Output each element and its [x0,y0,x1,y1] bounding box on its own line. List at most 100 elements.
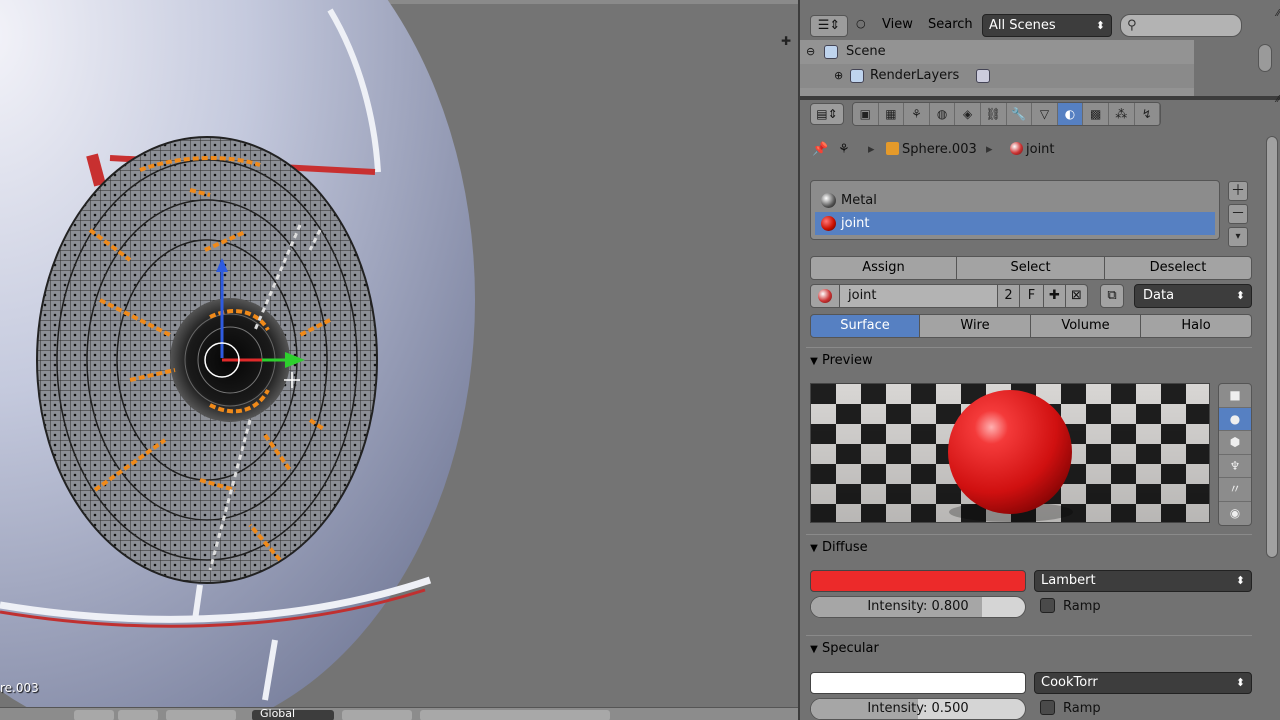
3d-viewport[interactable]: ✚ re.003 Global [0,0,798,720]
shading-button[interactable] [118,710,158,720]
material-icon[interactable]: ◐ [1057,103,1084,125]
menu-search[interactable]: Search [928,17,973,32]
area-corner-icon[interactable]: ⁄⁄ [1277,94,1280,105]
specular-ramp-checkbox[interactable]: Ramp [1040,699,1101,719]
fake-user-button[interactable]: F [1020,284,1044,308]
scene-icon [824,45,838,59]
material-slot-list[interactable]: Metal joint [810,180,1220,240]
render-toggle-icon[interactable] [976,69,990,83]
mode-button[interactable] [74,710,114,720]
diffuse-panel-header[interactable]: ▼ Diffuse [806,534,1252,560]
preview-sphere-button[interactable]: ● [1219,407,1251,431]
add-slot-button[interactable]: ＋ [1228,181,1248,201]
snap-buttons[interactable] [342,710,412,720]
world-icon[interactable]: ◍ [929,103,956,125]
diffuse-ramp-checkbox[interactable]: Ramp [1040,597,1101,617]
collapse-icon[interactable]: ⊖ [806,40,815,64]
properties-scrollbar[interactable] [1266,136,1278,558]
link-dropdown[interactable]: Data ⬍ [1134,284,1252,308]
diffuse-shader-dropdown[interactable]: Lambert ⬍ [1034,570,1252,592]
preview-hair-button[interactable]: 〃 [1219,478,1251,502]
data-icon[interactable]: ▽ [1032,103,1058,125]
pin-icon[interactable]: 📌 [812,138,828,162]
tree-item-scene[interactable]: ⊖ Scene [800,40,1194,64]
scene-link-icon: ⚘ [838,142,850,157]
pivot-buttons[interactable] [166,710,236,720]
constraints-icon[interactable]: ⛓ [980,103,1007,125]
material-icon [818,289,832,303]
viewport-scene[interactable] [0,0,798,720]
preview-type-buttons: ■ ● ⬢ ♆ 〃 ◉ [1218,383,1252,526]
specular-color-field[interactable] [810,672,1026,694]
breadcrumb-object: Sphere.003 [886,138,977,162]
render-layers-icon [850,69,864,83]
hair-icon: 〃 [1228,482,1241,496]
material-icon [1010,142,1023,155]
area-corner-icon[interactable]: ⁄⁄ [1277,8,1280,19]
particles-icon[interactable]: ⁂ [1108,103,1135,125]
node-toggle-button[interactable]: ⧉ [1100,284,1124,308]
outliner-icon: ☰ [817,18,830,33]
scene-filter-dropdown[interactable]: All Scenes ⬍ [982,14,1112,37]
texture-icon[interactable]: ▩ [1083,103,1109,125]
select-button[interactable]: Select [957,256,1105,280]
assign-button[interactable]: Assign [810,256,957,280]
browse-material-button[interactable] [810,284,840,308]
sphere-seam-red [86,153,106,187]
editor-type-button[interactable]: ▤⇕ [810,103,844,125]
modifiers-icon[interactable]: 🔧 [1006,103,1033,125]
slot-label: joint [841,216,870,231]
nodes-icon: ⧉ [1107,288,1117,303]
deselect-button[interactable]: Deselect [1105,256,1252,280]
outliner-tree[interactable]: ⊖ Scene ⊕ RenderLayers [800,40,1194,96]
layer-buttons[interactable] [420,710,610,720]
specular-shader-dropdown[interactable]: CookTorr ⬍ [1034,672,1252,694]
preview-sky-button[interactable]: ◉ [1219,502,1251,526]
properties-icon: ▤ [816,107,828,121]
preview-cube-button[interactable]: ⬢ [1219,431,1251,455]
orientation-label: Global [260,707,296,720]
diffuse-intensity-label: Intensity: 0.800 [867,599,969,614]
menu-view[interactable]: View [882,17,913,32]
new-material-button[interactable]: ✚ [1044,284,1066,308]
render-icon[interactable]: ▣ [853,103,879,125]
dropdown-arrow-icon: ⬍ [1095,19,1105,32]
outliner-scrollbar[interactable] [1258,44,1272,72]
breadcrumb-material-label: joint [1026,142,1055,157]
tab-volume[interactable]: Volume [1031,314,1141,338]
editor-type-button[interactable]: ☰⇕ [810,15,848,37]
preview-flat-button[interactable]: ■ [1219,384,1251,408]
viewport-split-icon[interactable]: ✚ [781,34,791,48]
object-icon[interactable]: ◈ [955,103,981,125]
specular-panel-header[interactable]: ▼ Specular [806,635,1252,661]
tab-halo[interactable]: Halo [1141,314,1252,338]
expand-icon[interactable]: ⊕ [834,64,843,88]
material-slot[interactable]: Metal [811,189,1219,212]
scene-icon[interactable]: ⚘ [904,103,930,125]
checkbox-box[interactable] [1040,598,1055,613]
checkbox-box[interactable] [1040,700,1055,715]
outliner-search-input[interactable]: ⚲ [1120,14,1242,37]
remove-slot-button[interactable]: － [1228,204,1248,224]
tree-item-renderlayers[interactable]: ⊕ RenderLayers [800,64,1194,88]
preview-render [811,384,1209,522]
preview-monkey-button[interactable]: ♆ [1219,455,1251,478]
material-users-count[interactable]: 2 [998,284,1020,308]
material-slot[interactable]: joint [815,212,1215,235]
preview-panel-header[interactable]: ▼ Preview [806,347,1252,373]
tree-item-label: Scene [846,44,886,59]
outliner-toggle-icon[interactable]: ○ [856,17,866,30]
tree-item-partial[interactable] [800,88,1194,96]
diffuse-intensity-slider[interactable]: Intensity: 0.800 [810,596,1026,618]
material-ball-icon [821,216,836,231]
render-layers-icon[interactable]: ▦ [878,103,905,125]
tab-surface[interactable]: Surface [810,314,920,338]
material-name-field[interactable]: joint [840,284,998,308]
diffuse-color-field[interactable] [810,570,1026,592]
unlink-material-button[interactable]: ⊠ [1066,284,1088,308]
outliner-header: ☰⇕ ○ View Search All Scenes ⬍ ⚲ ⁄⁄ [800,8,1280,44]
slot-specials-button[interactable]: ▾ [1228,227,1248,247]
physics-icon[interactable]: ↯ [1134,103,1161,125]
tab-wire[interactable]: Wire [920,314,1031,338]
specular-intensity-slider[interactable]: Intensity: 0.500 [810,698,1026,720]
